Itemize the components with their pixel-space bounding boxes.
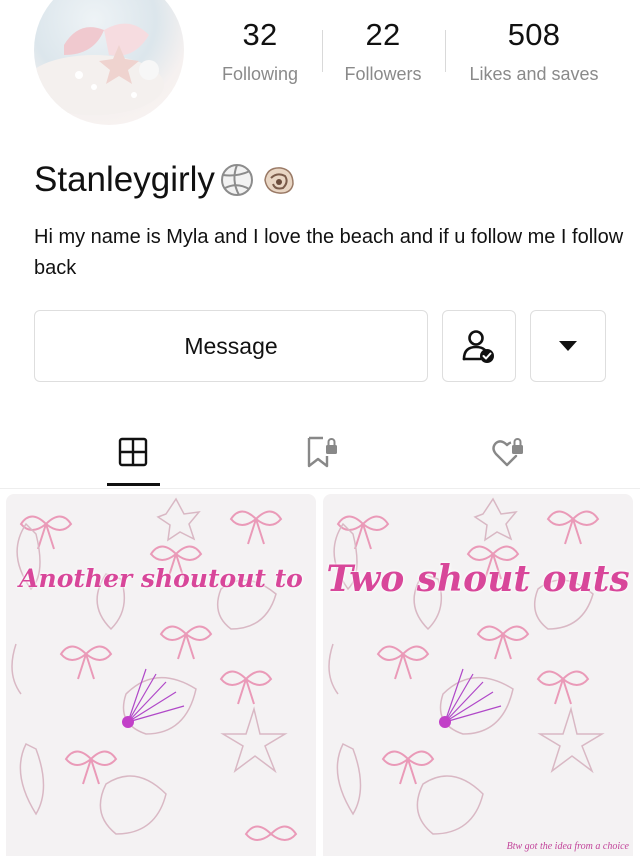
- stat-divider: [445, 30, 446, 72]
- likes-saves-label: Likes and saves: [469, 64, 599, 84]
- tab-posts[interactable]: [103, 420, 163, 484]
- active-tab-indicator: [107, 483, 160, 486]
- followers-label: Followers: [344, 64, 422, 84]
- post-thumbnail[interactable]: Another shoutout to: [6, 494, 316, 856]
- username-emojis: [219, 162, 297, 198]
- post-title: Another shoutout to: [19, 564, 303, 593]
- stat-following[interactable]: 32 Following: [210, 10, 310, 88]
- profile-avatar[interactable]: [34, 0, 184, 125]
- stat-followers[interactable]: 22 Followers: [333, 10, 433, 88]
- shells-bows-pattern: [328, 497, 605, 835]
- stat-likes-saves[interactable]: 508 Likes and saves: [454, 10, 614, 88]
- post-thumbnail[interactable]: Two shout outs Btw got the idea from a c…: [323, 494, 633, 856]
- seashell-avatar-icon: [34, 23, 164, 115]
- grid-divider: [0, 488, 640, 489]
- stat-divider: [322, 30, 323, 72]
- shells-bows-pattern: [11, 497, 298, 841]
- post-title: Two shout outs: [326, 558, 630, 600]
- volleyball-icon: [220, 164, 253, 196]
- username-text: Stanleygirly: [34, 160, 215, 199]
- tab-liked[interactable]: [478, 420, 538, 484]
- grid-icon: [118, 437, 148, 467]
- profile-tabs: [0, 420, 640, 490]
- bookmark-lock-icon: [307, 436, 337, 468]
- following-count: 32: [242, 17, 278, 52]
- following-label: Following: [221, 64, 299, 84]
- following-status-button[interactable]: [442, 310, 516, 382]
- profile-username: Stanleygirly: [34, 160, 297, 200]
- post-footnote: Btw got the idea from a choice: [506, 841, 629, 852]
- profile-stats: 32 Following 22 Followers 508 Likes and …: [200, 10, 630, 90]
- caret-down-icon: [559, 341, 577, 351]
- likes-saves-count: 508: [507, 17, 561, 52]
- followers-count: 22: [365, 17, 401, 52]
- tab-saved[interactable]: [291, 420, 351, 484]
- user-check-icon: [462, 330, 494, 363]
- heart-lock-icon: [492, 438, 523, 467]
- more-options-button[interactable]: [530, 310, 606, 382]
- shell-icon: [264, 167, 294, 194]
- message-button[interactable]: Message: [34, 310, 428, 382]
- profile-bio: Hi my name is Myla and I love the beach …: [34, 226, 624, 279]
